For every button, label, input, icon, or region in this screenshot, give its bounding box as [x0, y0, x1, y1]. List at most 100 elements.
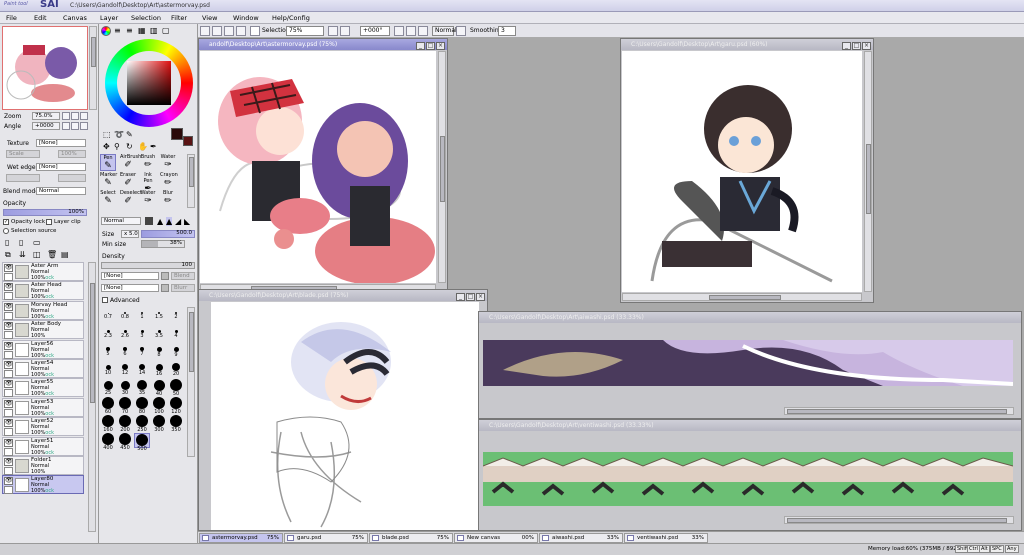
foreground-color[interactable] [171, 128, 183, 140]
nav-zoom-value[interactable]: 75.0% [32, 112, 60, 120]
layer-select-checkbox[interactable] [4, 350, 13, 359]
smoothing-select[interactable]: 3 [498, 26, 516, 36]
hsv-slider-tab-icon[interactable]: ≡ [126, 26, 133, 35]
menu-selection[interactable]: Selection [131, 14, 161, 22]
visibility-eye-icon[interactable]: 👁 [4, 438, 13, 447]
brush-size-option[interactable]: 6 [117, 343, 133, 358]
layer-row[interactable]: 👁 Aster Body Normal 100% [2, 320, 84, 340]
tool-blur[interactable]: Blur ✏ [160, 190, 176, 207]
color-wheel[interactable] [105, 39, 193, 127]
brush-size-option[interactable]: 200 [117, 415, 133, 433]
brush-size-option[interactable]: 120 [168, 397, 184, 415]
brush-size-option[interactable]: 7 [134, 343, 150, 358]
garu-minimize-icon[interactable]: _ [842, 42, 851, 50]
tool-ink-pen[interactable]: Ink Pen ✒ [140, 172, 156, 194]
brush-size-option[interactable]: 60 [100, 397, 116, 415]
nav-rotate-left[interactable] [62, 122, 70, 130]
menu-edit[interactable]: Edit [34, 14, 47, 22]
nav-angle-value[interactable]: +0000 [32, 122, 60, 130]
zoom-in-button[interactable] [340, 26, 350, 36]
blade-minimize-icon[interactable]: _ [456, 293, 465, 301]
blade-maximize-icon[interactable]: □ [466, 293, 475, 301]
selection-source-radio[interactable] [3, 228, 9, 234]
document-tab[interactable]: blade.psd 75% [369, 533, 453, 543]
brush-size-option[interactable]: 450 [117, 433, 133, 451]
brush-size-option[interactable]: 10 [100, 361, 116, 376]
layer-select-checkbox[interactable] [4, 389, 13, 398]
opacity-slider[interactable]: 100% [3, 209, 87, 216]
aiwashi-hscroll[interactable] [784, 407, 1014, 415]
layer-row[interactable]: 👁 Morvay Head Normal 100%ock [2, 300, 84, 320]
menu-layer[interactable]: Layer [100, 14, 118, 22]
layer-select-checkbox[interactable] [4, 486, 13, 495]
visibility-eye-icon[interactable]: 👁 [4, 380, 13, 389]
selection-checkbox[interactable] [250, 26, 260, 36]
zoom-tool-icon[interactable]: ⚲ [114, 142, 120, 151]
menu-canvas[interactable]: Canvas [63, 14, 87, 22]
brush-size-option[interactable]: 2.3 [100, 325, 116, 340]
rotate-reset-button[interactable] [418, 26, 428, 36]
tool-eraser[interactable]: Eraser ✐ [120, 172, 136, 189]
garu-hscroll[interactable] [622, 293, 862, 301]
menu-window[interactable]: Window [233, 14, 259, 22]
layer-select-checkbox[interactable] [4, 370, 13, 378]
brush-size-option[interactable]: 500 [134, 433, 150, 452]
brush-mode-select[interactable]: Normal [101, 217, 141, 225]
ventiwashi-window-titlebar[interactable]: C:\Users\Gandolf\Desktop\Art\ventiwashi.… [479, 420, 1021, 431]
magic-wand-icon[interactable]: ✎ [126, 130, 133, 139]
tool-pen[interactable]: Pen ✎ [100, 154, 116, 171]
advanced-checkbox[interactable] [102, 297, 108, 303]
menu-filter[interactable]: Filter [171, 14, 187, 22]
visibility-eye-icon[interactable]: 👁 [4, 264, 13, 272]
layer-select-checkbox[interactable] [4, 273, 13, 281]
menu-view[interactable]: View [202, 14, 217, 22]
canvas-aiwashi[interactable] [483, 340, 1013, 386]
texture-select[interactable]: [None] [36, 139, 86, 147]
intermediate-color-tab-icon[interactable]: ▦ [138, 26, 146, 35]
toolbar-btn-1[interactable] [200, 26, 210, 36]
blade-close-icon[interactable]: × [476, 293, 485, 301]
brush-size-option[interactable]: 350 [168, 415, 184, 433]
brush-size-option[interactable]: 9 [168, 343, 184, 358]
brush-shape-mid-icon[interactable]: ▲ [166, 217, 173, 226]
rotate-right-button[interactable] [406, 26, 416, 36]
layer-select-checkbox[interactable] [4, 292, 13, 301]
tool-marker[interactable]: Marker ✎ [100, 172, 117, 189]
aiwashi-window-titlebar[interactable]: C:\Users\Gandolf\Desktop\Art\aiwashi.psd… [479, 312, 1021, 323]
tool-crayon[interactable]: Crayon ✏ [160, 172, 178, 189]
layer-select-checkbox[interactable] [4, 331, 13, 340]
tool-airbrush[interactable]: AirBrush ✐ [120, 154, 141, 171]
visibility-eye-icon[interactable]: 👁 [4, 322, 13, 331]
toolbar-btn-2[interactable] [212, 26, 222, 36]
zoom-select[interactable]: 75% [286, 26, 324, 36]
brush-texture-select[interactable]: [None] [101, 284, 159, 292]
scratchpad-tab-icon[interactable]: ▢ [162, 26, 170, 35]
canvas-vscroll[interactable] [438, 51, 446, 283]
color-wheel-tab-icon[interactable] [101, 26, 111, 36]
tool-select[interactable]: Select ✎ [100, 190, 116, 207]
layer-select-checkbox[interactable] [4, 467, 13, 475]
brush-size-option[interactable]: 35 [134, 379, 150, 396]
mode-square-icon[interactable] [145, 217, 153, 225]
new-layer-icon[interactable]: ▯ [5, 238, 9, 247]
eyedropper-icon[interactable]: ✒ [150, 142, 157, 151]
tool-brush[interactable]: Brush ✏ [140, 154, 156, 171]
garu-close-icon[interactable]: × [862, 42, 871, 50]
toolbar-btn-3[interactable] [224, 26, 234, 36]
layer-row[interactable]: 👁 Layer53 Normal 100%ock [2, 397, 84, 417]
brush-size-option[interactable]: 3 [134, 325, 150, 340]
garu-maximize-icon[interactable]: □ [852, 42, 861, 50]
layer-clip-checkbox[interactable] [46, 219, 52, 225]
brush-size-option[interactable]: 80 [134, 397, 150, 415]
color-square[interactable] [127, 61, 171, 105]
move-icon[interactable]: ✥ [103, 142, 110, 151]
visibility-eye-icon[interactable]: 👁 [4, 283, 13, 292]
ventiwashi-hscroll[interactable] [784, 516, 1014, 524]
document-tab[interactable]: aiwashi.psd 33% [539, 533, 623, 543]
brush-size-option[interactable]: 14 [134, 361, 150, 376]
visibility-eye-icon[interactable]: 👁 [4, 399, 13, 408]
tool-water[interactable]: Water ✑ [160, 154, 176, 171]
brush-shape-hard-icon[interactable]: ◢ [175, 217, 181, 226]
stabilizer-button[interactable] [456, 26, 466, 36]
brush-size-option[interactable]: 100 [151, 397, 167, 415]
